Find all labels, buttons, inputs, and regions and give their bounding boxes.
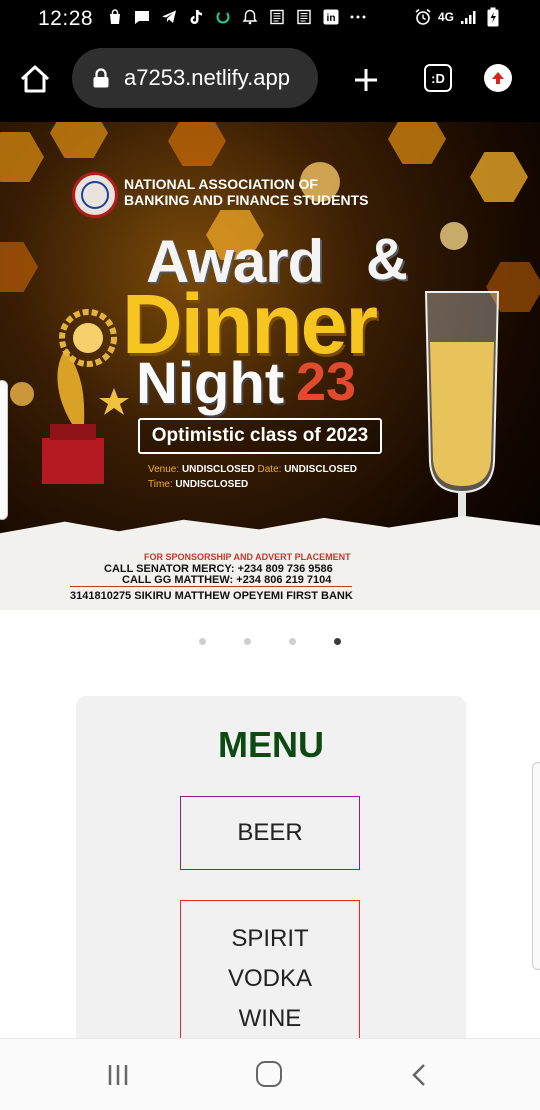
event-banner[interactable]: NATIONAL ASSOCIATION OF BANKING AND FINA…	[0, 122, 540, 610]
bokeh-light	[10, 382, 34, 406]
menu-item-vodka-label: VODKA	[227, 965, 313, 992]
menu-item-beer[interactable]: BEER	[180, 796, 360, 870]
shopping-bag-icon	[106, 8, 124, 26]
recent-apps-icon[interactable]	[106, 1063, 130, 1087]
newspaper-icon-2	[295, 8, 313, 26]
hex-decoration	[0, 242, 38, 292]
back-chevron-icon[interactable]	[410, 1063, 430, 1087]
trophy-illustration	[42, 309, 129, 484]
menu-item-spirit-label: SPIRIT	[231, 925, 309, 952]
org-name-line1: NATIONAL ASSOCIATION OF	[124, 176, 318, 192]
home-icon[interactable]	[18, 62, 52, 96]
newspaper-icon	[268, 8, 286, 26]
menu-item-wine-label: WINE	[238, 1005, 302, 1032]
time-value: UNDISCLOSED	[175, 479, 249, 490]
divider	[70, 586, 352, 587]
menu-title: MENU	[218, 724, 324, 765]
carousel-dot-3[interactable]	[289, 638, 296, 645]
menu-card: MENU BEER SPIRIT VODKA WINE	[76, 696, 466, 1060]
venue-label: Venue:	[148, 464, 180, 475]
hex-decoration	[168, 122, 226, 166]
date-value: UNDISCLOSED	[284, 464, 357, 475]
status-bar: 12:28 in 4G	[0, 0, 540, 38]
system-status-icons: 4G	[414, 7, 502, 27]
carousel-dot-4-active[interactable]	[334, 638, 341, 645]
battery-icon	[484, 7, 502, 27]
edge-panel-handle-left[interactable]	[0, 380, 8, 520]
time-label: Time:	[148, 479, 173, 490]
org-name-line2: BANKING AND FINANCE STUDENTS	[124, 192, 369, 208]
title-night: Night	[136, 351, 285, 416]
network-type-label: 4G	[437, 10, 454, 24]
sync-icon	[214, 8, 232, 26]
browser-toolbar: a7253.netlify.app :D	[0, 38, 540, 122]
address-bar[interactable]: a7253.netlify.app	[72, 48, 318, 108]
venue-date-line: Venue: UNDISCLOSED Date: UNDISCLOSED	[148, 464, 357, 475]
edge-panel-handle-right[interactable]	[532, 762, 540, 970]
notification-icons: in	[106, 8, 367, 26]
carousel-indicators	[0, 636, 540, 648]
carousel-dot-1[interactable]	[199, 638, 206, 645]
association-logo	[72, 172, 118, 218]
signal-icon	[460, 8, 478, 26]
linkedin-icon: in	[322, 8, 340, 26]
alarm-icon	[414, 8, 432, 26]
menu-item-beer-label: BEER	[237, 819, 303, 846]
bank-details: 3141810275 SIKIRU MATTHEW OPEYEMI FIRST …	[70, 590, 353, 602]
bokeh-light	[440, 222, 468, 250]
association-name: NATIONAL ASSOCIATION OF BANKING AND FINA…	[124, 176, 424, 208]
home-circle-icon[interactable]	[256, 1061, 282, 1087]
tiktok-icon	[187, 8, 205, 26]
class-label-box: Optimistic class of 2023	[138, 418, 382, 454]
hex-decoration	[388, 122, 446, 164]
status-time: 12:28	[38, 7, 94, 30]
hex-decoration	[50, 122, 108, 158]
sponsorship-text: FOR SPONSORSHIP AND ADVERT PLACEMENT	[144, 552, 351, 562]
hex-decoration	[0, 132, 44, 182]
tab-switcher-label: :D	[431, 70, 445, 86]
carousel-dot-2[interactable]	[244, 638, 251, 645]
update-arrow-icon[interactable]	[484, 64, 512, 92]
menu-item-spirits[interactable]: SPIRIT VODKA WINE	[180, 900, 360, 1060]
lock-icon[interactable]	[92, 68, 110, 88]
telegram-icon	[160, 8, 178, 26]
venue-value: UNDISCLOSED	[181, 464, 255, 475]
title-year: 23	[296, 352, 357, 412]
url-text[interactable]: a7253.netlify.app	[124, 65, 290, 91]
date-label: Date:	[257, 464, 282, 475]
hex-decoration	[470, 152, 528, 202]
tab-switcher-button[interactable]: :D	[424, 64, 452, 92]
contact-line-2: CALL GG MATTHEW: +234 806 219 7104	[122, 574, 332, 586]
system-navigation-bar	[0, 1038, 540, 1110]
bell-icon	[241, 8, 259, 26]
more-notifications-icon	[349, 8, 367, 26]
class-label: Optimistic class of 2023	[151, 425, 369, 446]
plus-icon[interactable]	[350, 64, 382, 96]
time-line: Time: UNDISCLOSED	[148, 479, 248, 490]
message-icon	[133, 8, 151, 26]
svg-text:in: in	[327, 13, 336, 24]
